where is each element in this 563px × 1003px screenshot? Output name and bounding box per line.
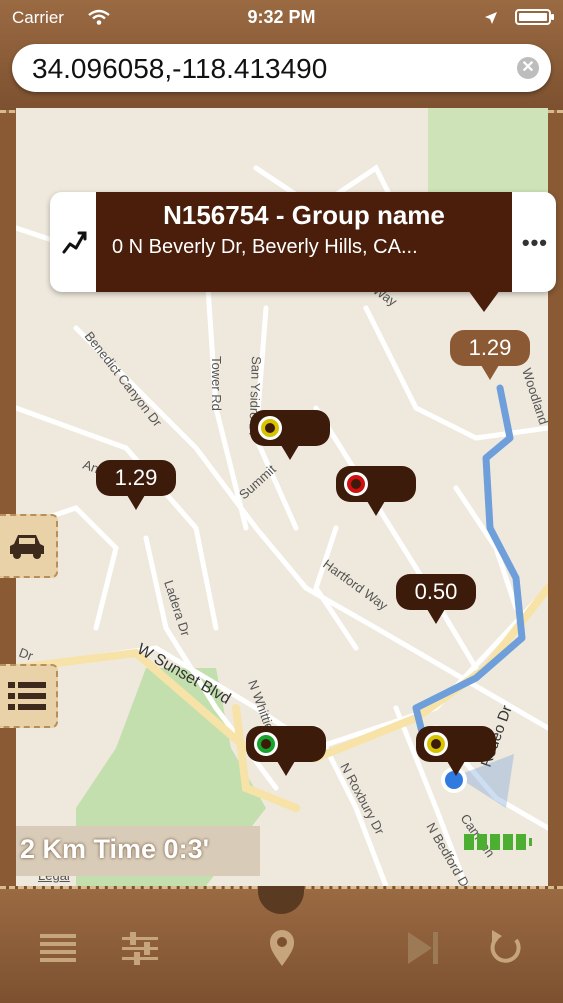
street-label: Woodland bbox=[519, 366, 548, 426]
status-bar: Carrier 9:32 PM bbox=[0, 0, 563, 36]
green-dot-icon bbox=[254, 732, 278, 756]
callout-body[interactable]: N156754 - Group name 0 N Beverly Dr, Bev… bbox=[96, 192, 512, 292]
map-pin[interactable] bbox=[336, 466, 416, 516]
callout-title: N156754 - Group name bbox=[163, 200, 445, 230]
sliders-icon[interactable] bbox=[120, 928, 160, 968]
clear-icon[interactable]: ✕ bbox=[517, 57, 539, 79]
car-tab[interactable] bbox=[0, 514, 58, 578]
red-dot-icon bbox=[344, 472, 368, 496]
menu-icon[interactable] bbox=[38, 928, 78, 968]
callout-address: 0 N Beverly Dr, Beverly Hills, CA... bbox=[112, 236, 418, 258]
more-icon[interactable]: ••• bbox=[522, 230, 548, 256]
map-pin[interactable] bbox=[250, 410, 330, 460]
yellow-dot-icon bbox=[424, 732, 448, 756]
map-pin[interactable]: 0.50 bbox=[396, 574, 476, 624]
pin-label: 1.29 bbox=[114, 465, 158, 490]
bottom-toolbar bbox=[0, 912, 563, 982]
location-pin-icon[interactable] bbox=[262, 928, 302, 968]
clock: 9:32 PM bbox=[247, 7, 316, 27]
route-info-text: 2 Km Time 0:3' bbox=[20, 834, 209, 864]
street-label: Summit bbox=[236, 461, 279, 502]
map-pin[interactable] bbox=[246, 726, 326, 776]
map-pin[interactable] bbox=[416, 726, 496, 776]
location-callout[interactable]: N156754 - Group name 0 N Beverly Dr, Bev… bbox=[50, 192, 556, 312]
map-pin[interactable]: 1.29 bbox=[450, 330, 530, 380]
battery-level-icon bbox=[464, 834, 532, 850]
list-tab[interactable] bbox=[0, 664, 58, 728]
route-info-banner: 2 Km Time 0:3' bbox=[16, 826, 260, 876]
car-icon[interactable] bbox=[8, 532, 46, 560]
refresh-icon[interactable] bbox=[486, 928, 526, 968]
map-pin[interactable]: 1.29 bbox=[96, 460, 176, 510]
battery-icon bbox=[515, 9, 554, 25]
coordinate-search-bar[interactable]: ✕ bbox=[12, 44, 551, 94]
street-label: Benedict Canyon Dr bbox=[82, 329, 166, 430]
pin-label: 0.50 bbox=[414, 579, 458, 604]
route-icon[interactable] bbox=[60, 228, 88, 256]
street-label: Dr bbox=[17, 645, 36, 664]
pin-label: 1.29 bbox=[468, 335, 512, 360]
street-label: Tower Rd bbox=[209, 356, 224, 411]
list-icon[interactable] bbox=[8, 680, 46, 712]
callout-pointer bbox=[468, 290, 500, 312]
skip-forward-icon[interactable] bbox=[402, 928, 442, 968]
yellow-dot-icon bbox=[258, 416, 282, 440]
coordinate-search-input[interactable] bbox=[30, 44, 504, 94]
location-arrow-icon bbox=[485, 12, 497, 24]
